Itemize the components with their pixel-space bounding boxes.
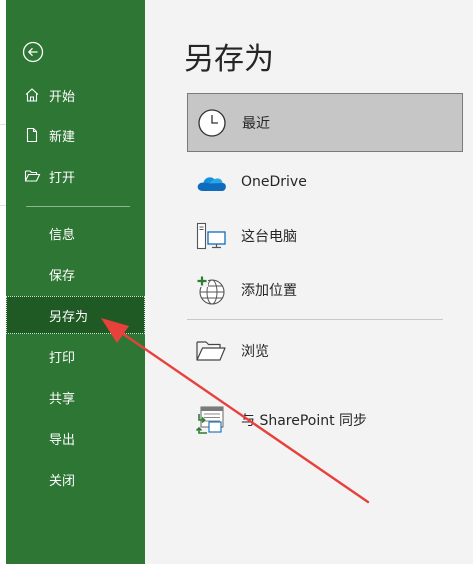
sidebar-divider <box>26 206 130 207</box>
location-label: 与 SharePoint 同步 <box>241 413 368 429</box>
clock-icon <box>196 107 228 139</box>
location-add-place[interactable]: 添加位置 <box>187 262 463 318</box>
location-sharepoint-sync[interactable]: 与 SharePoint 同步 <box>187 392 463 448</box>
location-this-pc[interactable]: 这台电脑 <box>187 208 463 264</box>
location-onedrive[interactable]: OneDrive <box>187 154 463 210</box>
sidebar-item-print[interactable]: 打印 <box>6 337 145 375</box>
sidebar-item-close[interactable]: 关闭 <box>6 460 145 498</box>
location-label: 这台电脑 <box>241 229 297 245</box>
location-label: 浏览 <box>241 344 269 360</box>
sidebar-item-label: 保存 <box>49 268 76 284</box>
sidebar-item-share[interactable]: 共享 <box>6 378 145 416</box>
sidebar-item-label: 导出 <box>49 432 76 448</box>
save-as-pane: 另存为 最近 OneDrive 这台电脑 添加位置 浏览 与 SharePoin… <box>145 0 473 564</box>
sidebar-item-label: 关闭 <box>49 473 76 489</box>
location-recent[interactable]: 最近 <box>187 93 463 152</box>
sidebar-item-label: 共享 <box>49 391 76 407</box>
sidebar-item-label: 开始 <box>49 89 76 105</box>
sidebar-item-info[interactable]: 信息 <box>6 214 145 252</box>
add-location-globe-icon <box>195 274 227 306</box>
location-label: 最近 <box>242 115 270 132</box>
home-icon <box>23 86 41 104</box>
sidebar-item-save-as[interactable]: 另存为 <box>6 296 145 334</box>
sidebar-item-label: 另存为 <box>49 309 89 325</box>
sidebar-item-label: 打开 <box>49 170 76 186</box>
sidebar-item-label: 打印 <box>49 350 76 366</box>
location-browse[interactable]: 浏览 <box>187 323 463 379</box>
sidebar-item-save[interactable]: 保存 <box>6 255 145 293</box>
new-document-icon <box>23 126 41 144</box>
location-label: OneDrive <box>241 174 307 190</box>
sidebar-item-label: 新建 <box>49 129 76 145</box>
onedrive-cloud-icon <box>195 166 227 198</box>
back-arrow-icon <box>22 41 44 63</box>
page-title: 另存为 <box>184 42 274 77</box>
back-button[interactable] <box>21 40 45 64</box>
sidebar-item-export[interactable]: 导出 <box>6 419 145 457</box>
sharepoint-sync-icon <box>195 404 227 436</box>
sidebar-item-label: 信息 <box>49 227 76 243</box>
computer-icon <box>195 220 227 252</box>
sidebar-item-open[interactable]: 打开 <box>6 157 145 195</box>
browse-folder-icon <box>195 335 227 367</box>
sidebar-item-new[interactable]: 新建 <box>6 116 145 154</box>
location-divider <box>187 319 443 320</box>
backstage-sidebar: 开始 新建 打开 信息 保存 另存为 打印 共享 导出 关闭 <box>6 0 145 564</box>
open-folder-icon <box>23 167 41 185</box>
location-label: 添加位置 <box>241 283 297 299</box>
sidebar-item-home[interactable]: 开始 <box>6 76 145 114</box>
